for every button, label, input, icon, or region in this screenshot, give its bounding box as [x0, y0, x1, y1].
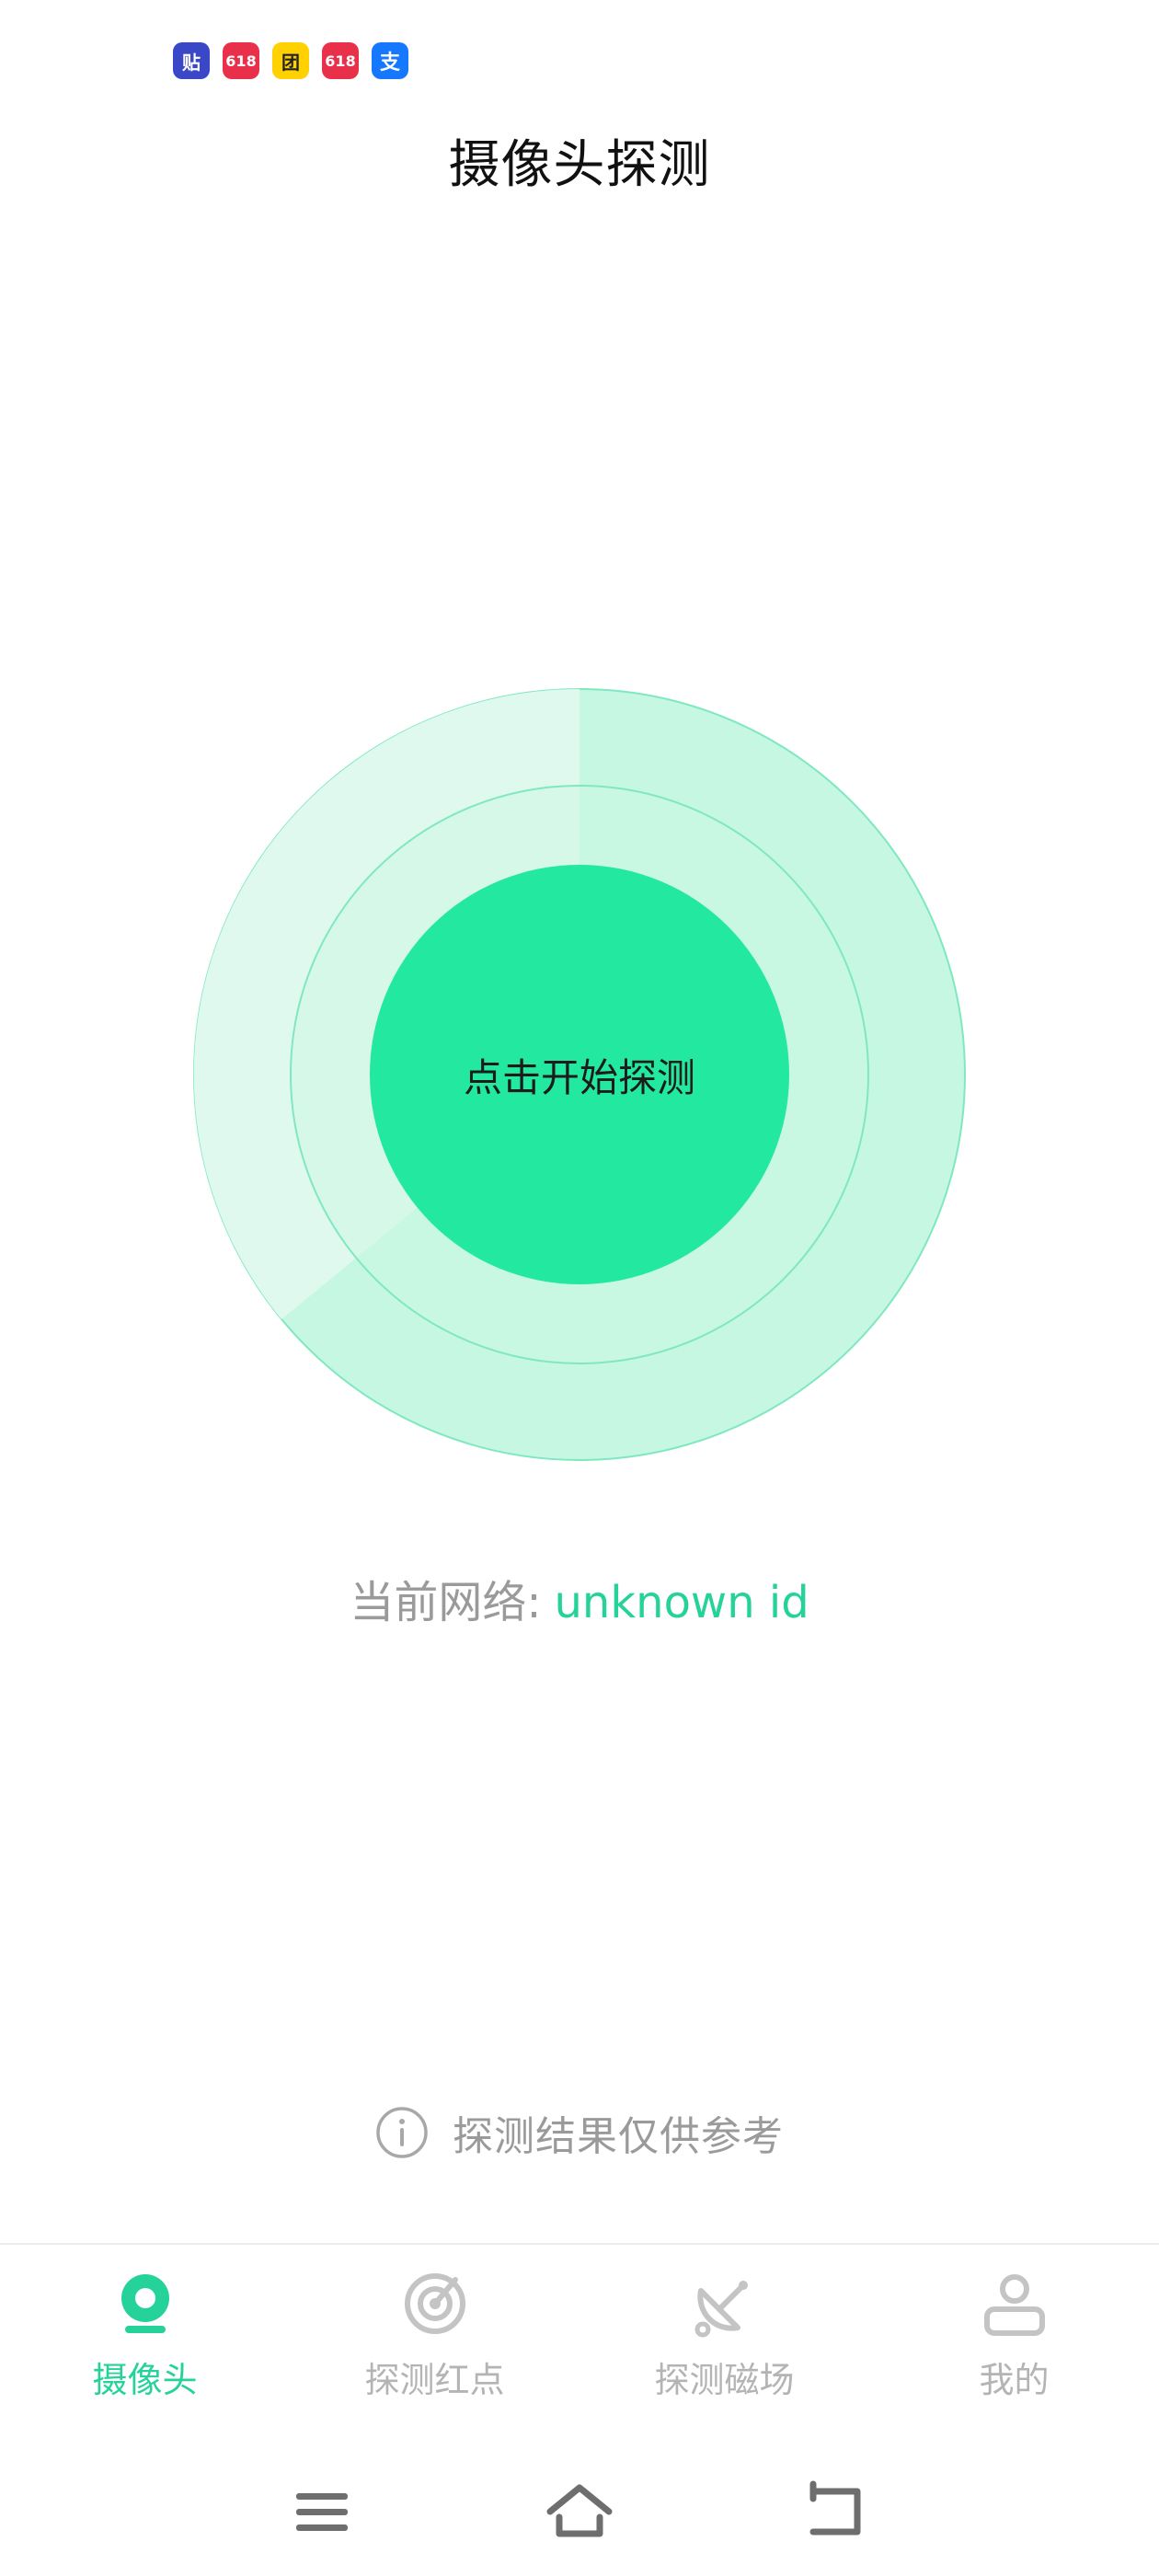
radar-icon [404, 2273, 465, 2334]
tieba-app-icon: 贴 [173, 42, 210, 79]
notification-icons: 贴 618 团 618 支 [173, 42, 408, 79]
tab-detect-red-dot-label: 探测红点 [364, 2360, 505, 2400]
tmall-618-icon: 618 [223, 42, 259, 79]
page-title: 摄像头探测 [448, 135, 711, 195]
info-icon [376, 2107, 428, 2158]
tab-camera[interactable]: 摄像头 [0, 2245, 290, 2429]
menu-icon[interactable] [285, 2475, 359, 2548]
start-detection-label: 点击开始探测 [463, 1054, 695, 1100]
system-nav-bar [0, 2447, 1159, 2576]
current-network: 当前网络: unknown id [0, 1566, 1159, 1630]
disclaimer-text: 探测结果仅供参考 [453, 2113, 784, 2160]
bottom-tab-bar: 摄像头 探测红点 探测磁场 我的 [0, 2243, 1159, 2429]
alipay-app-icon: 支 [372, 42, 408, 79]
taobao-618-icon: 618 [322, 42, 359, 79]
tab-detect-magnetic[interactable]: 探测磁场 [580, 2245, 869, 2429]
tab-mine[interactable]: 我的 [869, 2245, 1159, 2429]
tab-detect-magnetic-label: 探测磁场 [654, 2360, 795, 2400]
camera-detect-screen: 贴 618 团 618 支 摄像头探测 点击开始探测 当前网络: unknown… [0, 0, 1159, 2576]
user-icon [983, 2274, 1045, 2336]
home-icon[interactable] [543, 2475, 616, 2548]
network-label: 当前网络: [350, 1577, 542, 1628]
tab-detect-red-dot[interactable]: 探测红点 [290, 2245, 580, 2429]
network-value: unknown id [554, 1577, 809, 1628]
radar-scanner: 点击开始探测 [193, 688, 966, 1461]
disclaimer: 探测结果仅供参考 [0, 2103, 1159, 2162]
tab-camera-label: 摄像头 [92, 2360, 198, 2400]
start-detection-button[interactable]: 点击开始探测 [370, 865, 789, 1284]
camera-icon [120, 2274, 169, 2333]
meituan-app-icon: 团 [272, 42, 309, 79]
status-bar: 贴 618 团 618 支 [0, 0, 1159, 110]
satellite-dish-icon [694, 2281, 748, 2338]
back-icon[interactable] [800, 2475, 874, 2548]
tab-mine-label: 我的 [979, 2360, 1050, 2400]
